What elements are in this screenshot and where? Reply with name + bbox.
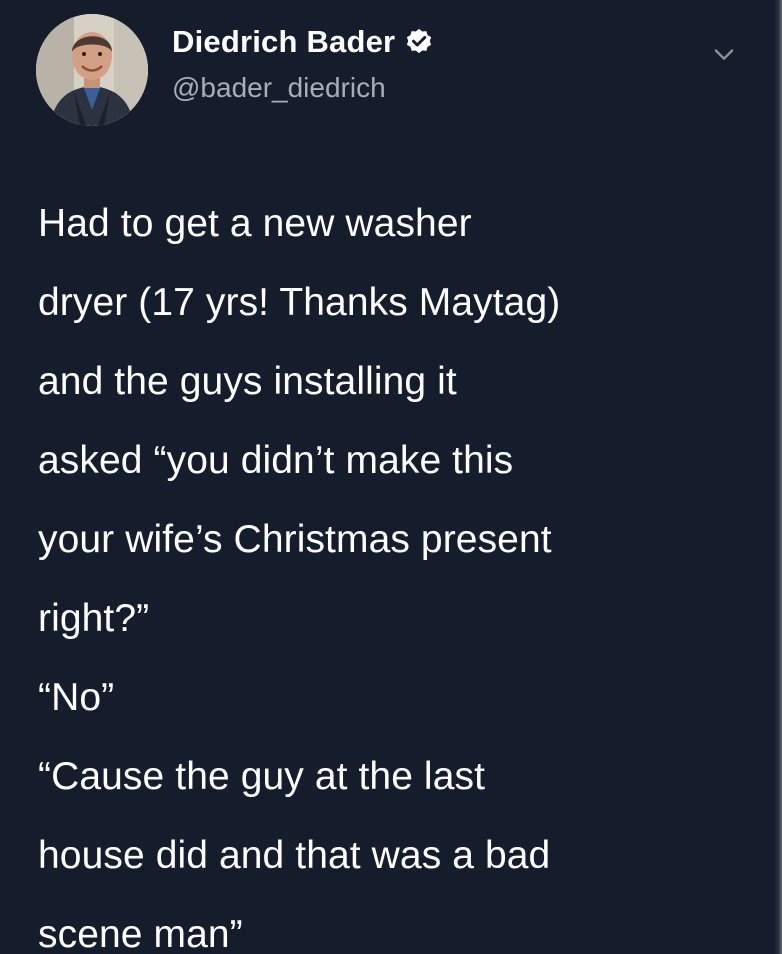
verified-badge-icon (404, 27, 434, 57)
tweet-text-line: “Cause the guy at the last (38, 755, 486, 798)
avatar[interactable] (36, 14, 148, 126)
tweet-text-line: right?” (38, 597, 150, 640)
tweet-text-line: Had to get a new washer (38, 202, 472, 245)
screen-edge (774, 0, 782, 954)
tweet-card: Diedrich Bader @bader_diedrich Had to ge… (0, 0, 782, 954)
tweet-text-line: your wife’s Christmas present (38, 518, 552, 561)
tweet-text-line: “No” (38, 676, 115, 719)
tweet-text-line: and the guys installing it (38, 360, 457, 403)
tweet-text: Had to get a new washer dryer (17 yrs! T… (38, 184, 753, 954)
tweet-text-line: asked “you didn’t make this (38, 439, 514, 482)
tweet-text-line: house did and that was a bad (38, 834, 551, 877)
display-name[interactable]: Diedrich Bader (172, 24, 395, 60)
author-handle[interactable]: @bader_diedrich (172, 72, 386, 104)
tweet-header: Diedrich Bader @bader_diedrich (36, 14, 756, 126)
avatar-photo (36, 14, 148, 126)
tweet-text-line: scene man” (38, 913, 243, 954)
author-name-row[interactable]: Diedrich Bader (172, 22, 434, 62)
chevron-down-icon[interactable] (710, 40, 738, 68)
tweet-text-line: dryer (17 yrs! Thanks Maytag) (38, 281, 561, 324)
